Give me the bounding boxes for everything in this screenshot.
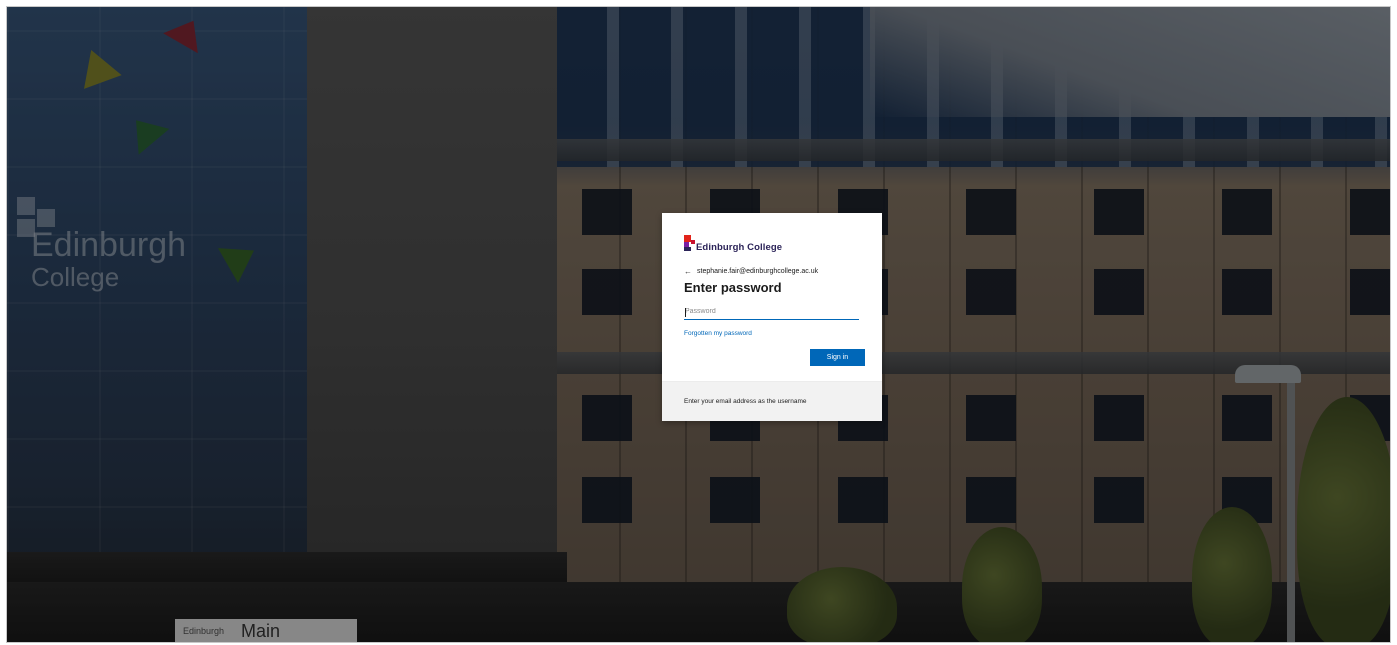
footer-help-text: Enter your email address as the username (684, 398, 807, 405)
sign-in-card-body: Edinburgh College ← stephanie.fair@edinb… (662, 213, 882, 381)
text-cursor (685, 308, 686, 317)
page-frame: Edinburgh College Edinburgh Main Entranc… (6, 6, 1391, 643)
sign-in-button[interactable]: Sign in (810, 349, 865, 366)
sign-in-card: Edinburgh College ← stephanie.fair@edinb… (662, 213, 882, 421)
college-logo: Edinburgh College (684, 235, 804, 255)
identity-email: stephanie.fair@edinburghcollege.ac.uk (697, 267, 819, 275)
forgot-password-link[interactable]: Forgotten my password (684, 330, 752, 337)
arrow-left-icon[interactable]: ← (684, 267, 692, 276)
identity-banner[interactable]: ← stephanie.fair@edinburghcollege.ac.uk (684, 265, 818, 277)
password-input[interactable] (684, 304, 859, 320)
sign-in-card-footer: Enter your email address as the username (662, 381, 882, 421)
college-logo-text: Edinburgh College (696, 242, 783, 253)
page-title: Enter password (684, 280, 782, 295)
